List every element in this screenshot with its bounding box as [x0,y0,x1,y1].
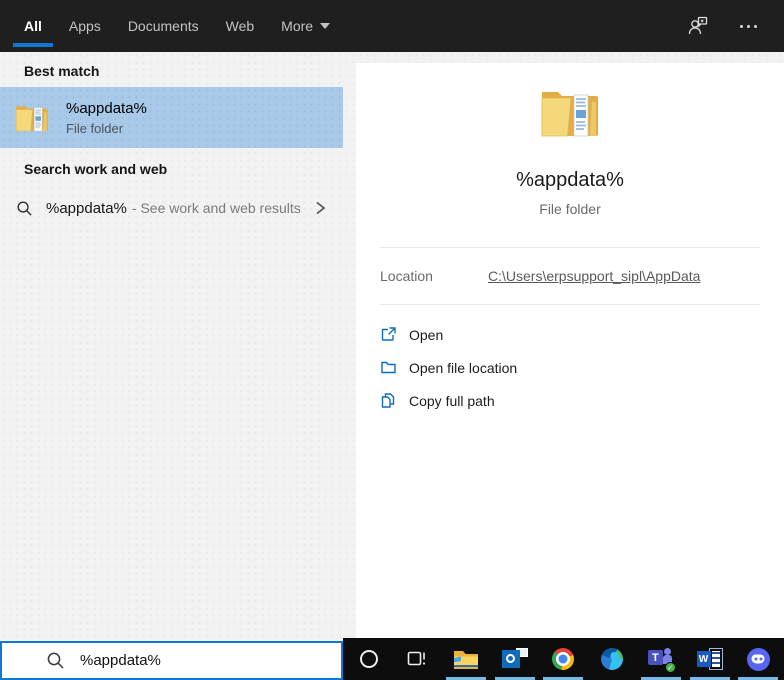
action-open[interactable]: Open [380,318,760,351]
location-label: Location [380,268,433,284]
preview-title: %appdata% [516,169,624,191]
taskbar-chrome-button[interactable] [540,638,586,680]
chevron-right-icon[interactable] [313,200,327,216]
taskbar-cortana-button[interactable] [346,638,392,680]
copy-icon [380,392,397,409]
preview-panel: %appdata% File folder Location C:\Users\… [356,63,784,638]
tab-all[interactable]: All [24,0,42,52]
chevron-down-icon [320,23,331,29]
tab-all-label: All [24,18,42,34]
taskbar-outlook-button[interactable] [492,638,538,680]
tab-apps[interactable]: Apps [69,0,101,52]
search-flyout-body: Best match %appdata% File folder Search … [0,52,784,680]
location-row: Location C:\Users\erpsupport_sipl\AppDat… [356,248,784,304]
word-icon: W [696,647,723,671]
action-copy-full-path[interactable]: Copy full path [380,384,760,417]
web-search-suffix: - See work and web results [131,200,301,216]
web-search-query: %appdata% [46,199,127,217]
tab-web-label: Web [225,18,255,34]
chrome-icon [552,648,575,670]
context-actions: Open Open file location Copy full path [356,305,784,417]
teams-status-badge: ✓ [664,662,676,673]
taskbar-word-button[interactable]: W [687,638,733,680]
best-match-subtitle: File folder [66,120,124,136]
taskbar-edge-button[interactable] [589,638,635,680]
search-icon [17,200,32,216]
taskbar-file-explorer-button[interactable] [443,638,489,680]
web-search-result[interactable]: %appdata% - See work and web results [0,187,343,229]
outlook-icon [501,647,528,671]
discord-icon [746,647,770,671]
taskbar-discord-button[interactable] [735,638,781,680]
tab-apps-label: Apps [68,18,101,34]
action-copy-full-path-label: Copy full path [409,392,495,409]
tab-documents-label: Documents [127,18,199,34]
tab-more[interactable]: More [281,0,331,52]
search-filter-bar: All Apps Documents Web More [0,0,784,52]
tab-documents[interactable]: Documents [128,0,199,52]
task-view-icon [408,651,426,666]
search-input[interactable] [80,652,341,669]
tab-web[interactable]: Web [226,0,255,52]
tab-more-label: More [281,18,314,34]
folder-icon-large [541,91,599,137]
file-explorer-icon [453,648,479,670]
web-search-heading: Search work and web [24,161,168,177]
taskbar-teams-button[interactable]: T ✓ [638,638,684,680]
location-path-link[interactable]: C:\Users\erpsupport_sipl\AppData [488,268,700,284]
taskbar-task-view-button[interactable] [394,638,440,680]
open-external-icon [380,326,397,343]
edge-icon [601,648,624,670]
folder-icon [15,105,49,131]
best-match-result[interactable]: %appdata% File folder [0,87,343,148]
account-feedback-icon[interactable] [686,14,710,38]
action-open-file-location-label: Open file location [409,359,518,376]
teams-icon: T ✓ [647,647,676,673]
cortana-icon [359,650,378,668]
taskbar-search-box[interactable] [0,641,343,680]
action-open-file-location[interactable]: Open file location [380,351,760,384]
best-match-heading: Best match [24,63,100,79]
results-panel: Best match %appdata% File folder Search … [0,52,343,638]
taskbar: T ✓ W [343,638,784,680]
action-open-label: Open [409,326,444,343]
ellipsis-icon[interactable] [736,14,760,38]
filter-tabs: All Apps Documents Web More [24,0,357,52]
search-icon [46,651,65,670]
preview-subtitle: File folder [539,201,601,217]
folder-outline-icon [380,359,397,376]
best-match-title: %appdata% [66,99,147,117]
